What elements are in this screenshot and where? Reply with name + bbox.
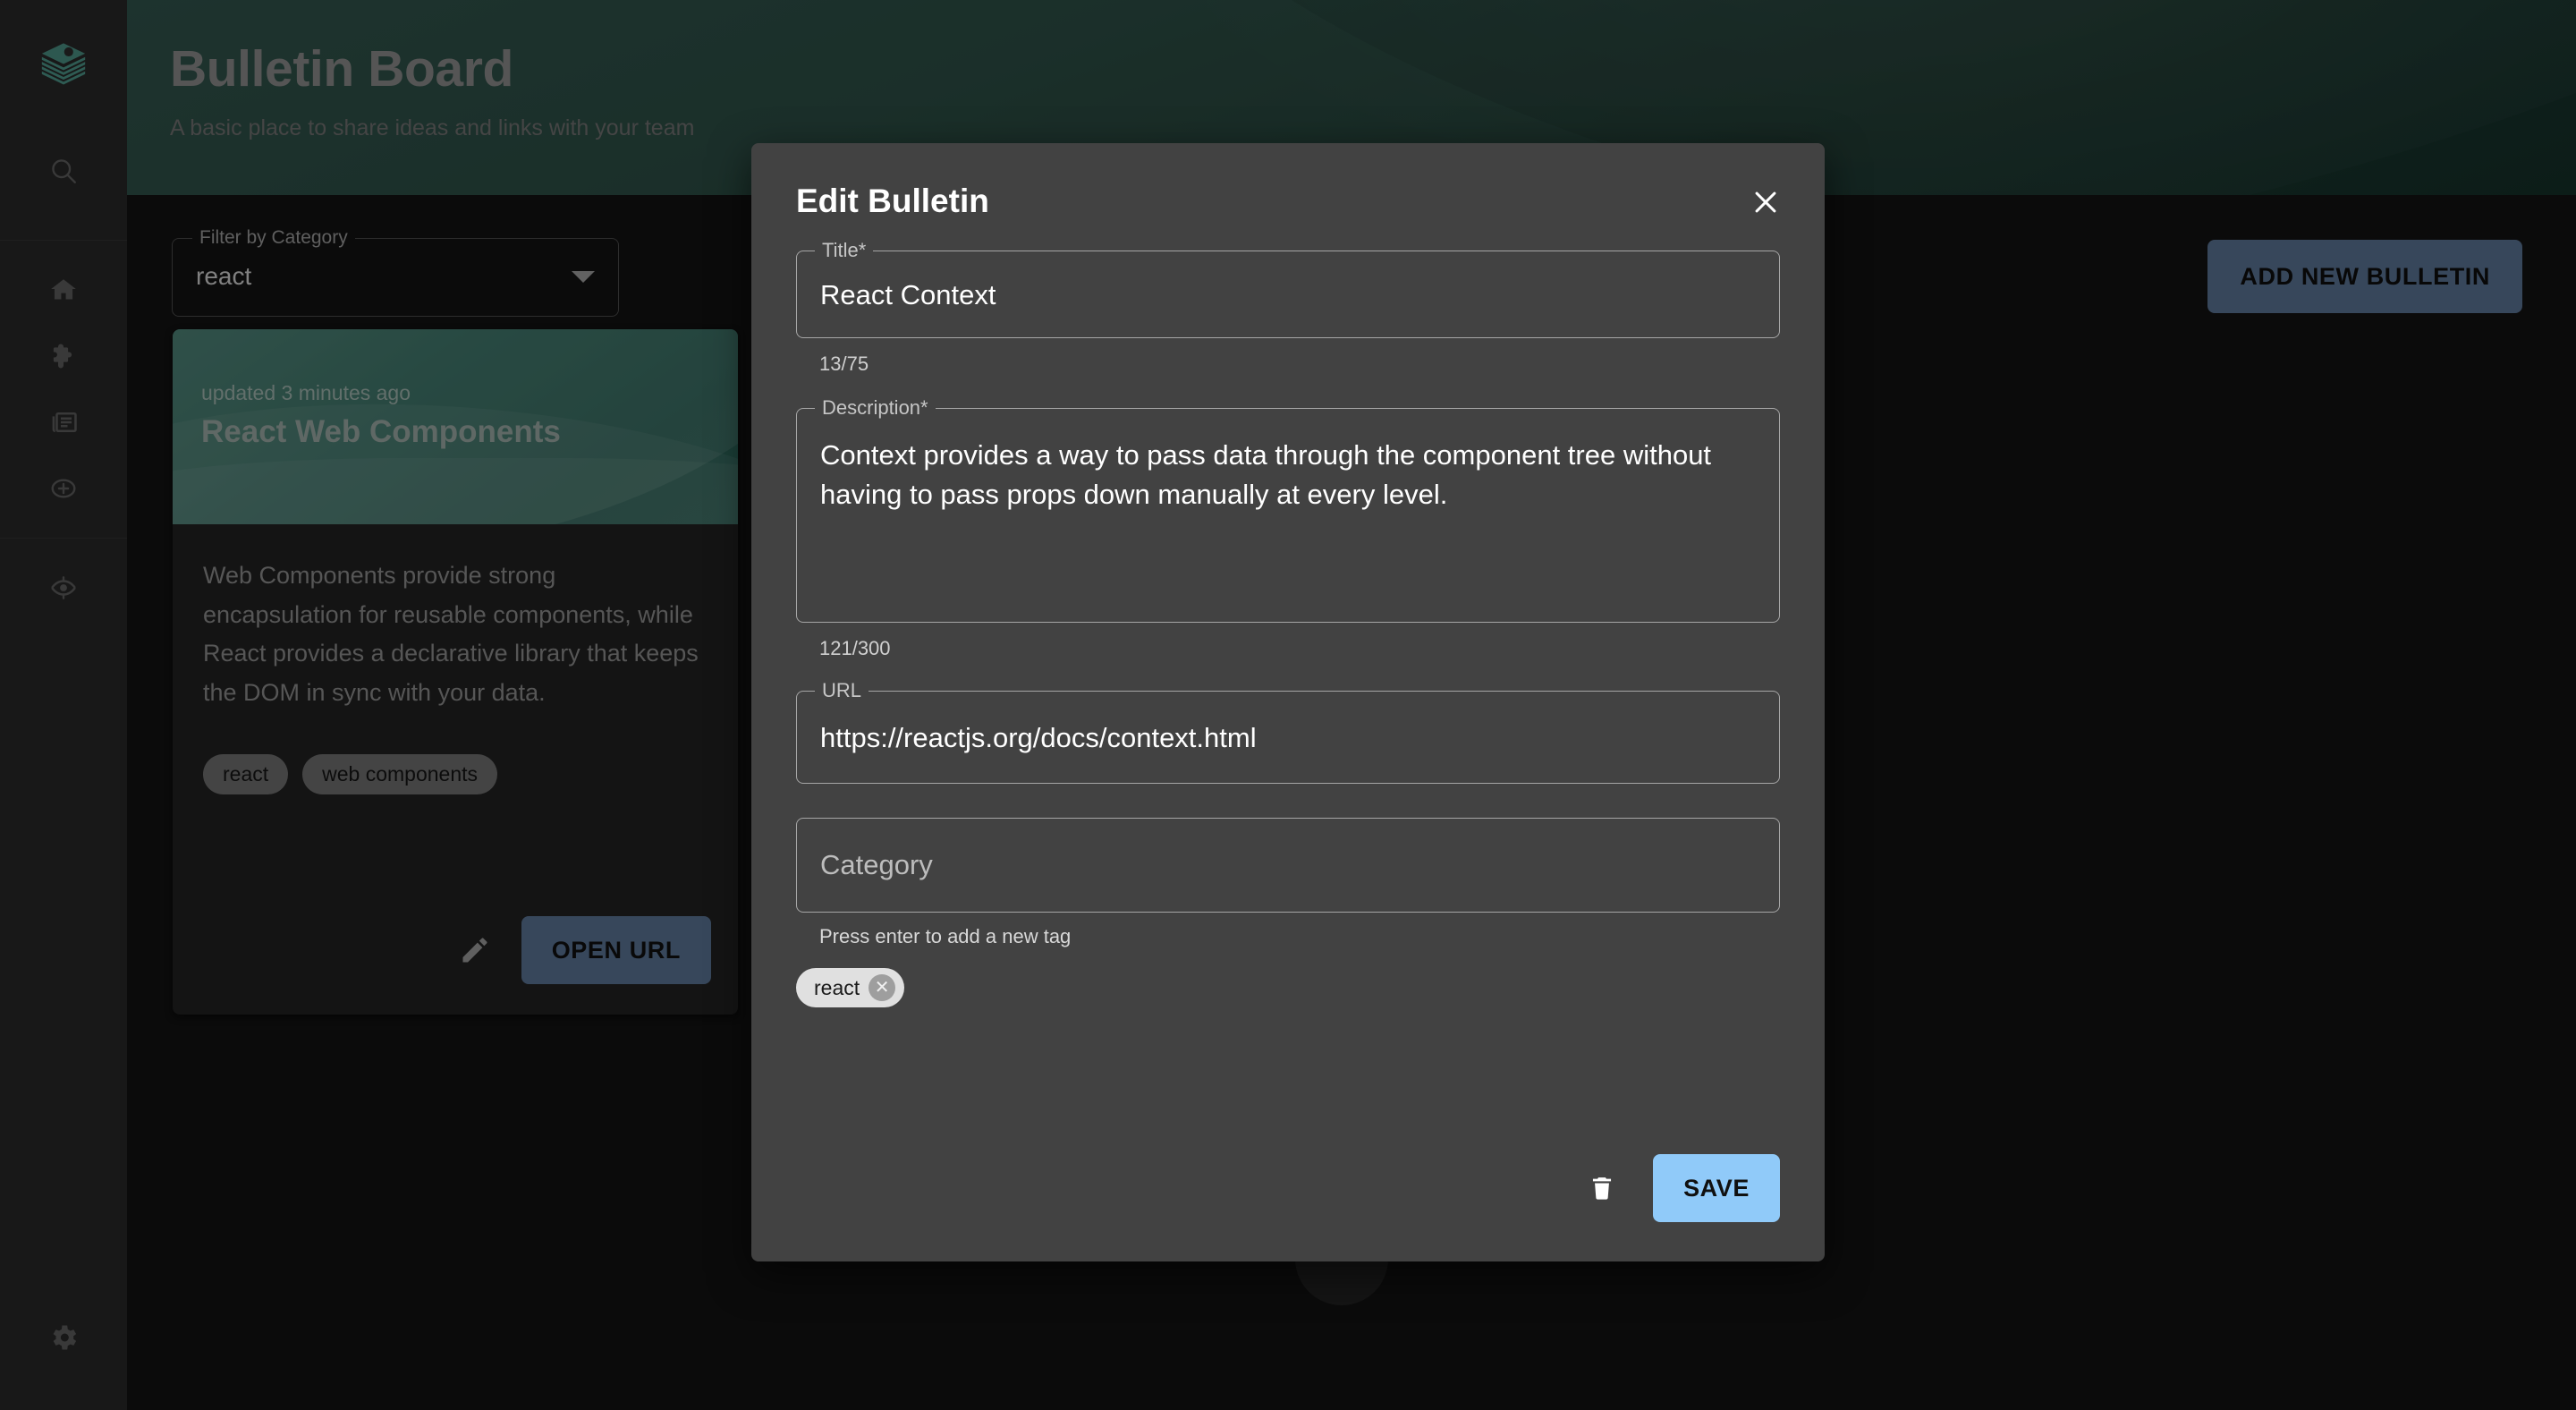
title-input[interactable]: React Context bbox=[797, 251, 1779, 342]
dialog-body: Title* React Context 13/75 Description* … bbox=[751, 220, 1825, 1007]
description-field[interactable]: Description* Context provides a way to p… bbox=[796, 408, 1780, 623]
title-field[interactable]: Title* React Context bbox=[796, 251, 1780, 338]
category-tag-list: react ✕ bbox=[796, 968, 1780, 1007]
save-button[interactable]: SAVE bbox=[1653, 1154, 1780, 1222]
trash-icon bbox=[1587, 1173, 1617, 1203]
title-field-label: Title* bbox=[815, 239, 873, 262]
category-input[interactable]: Category bbox=[797, 819, 1779, 912]
delete-bulletin-button[interactable] bbox=[1580, 1166, 1624, 1210]
url-input[interactable]: https://reactjs.org/docs/context.html bbox=[797, 692, 1779, 785]
close-dialog-button[interactable] bbox=[1741, 177, 1791, 227]
category-hint: Press enter to add a new tag bbox=[819, 925, 1780, 948]
dialog-footer: SAVE bbox=[1580, 1154, 1780, 1222]
spacer-2 bbox=[796, 660, 1780, 691]
category-tag-label: react bbox=[814, 976, 860, 1000]
category-field[interactable]: Category bbox=[796, 818, 1780, 913]
spacer-1 bbox=[796, 376, 1780, 408]
url-field-label: URL bbox=[815, 679, 869, 702]
title-counter: 13/75 bbox=[819, 352, 1780, 376]
category-tag[interactable]: react ✕ bbox=[796, 968, 904, 1007]
description-counter: 121/300 bbox=[819, 637, 1780, 660]
app-root: Bulletin Board A basic place to share id… bbox=[0, 0, 2576, 1410]
description-field-label: Description* bbox=[815, 396, 936, 420]
close-small-icon[interactable]: ✕ bbox=[869, 974, 895, 1001]
edit-bulletin-dialog: Edit Bulletin Title* React Context 13/75… bbox=[751, 143, 1825, 1261]
dialog-header: Edit Bulletin bbox=[751, 143, 1825, 220]
url-field[interactable]: URL https://reactjs.org/docs/context.htm… bbox=[796, 691, 1780, 784]
dialog-title: Edit Bulletin bbox=[796, 183, 1785, 220]
close-icon bbox=[1750, 187, 1781, 217]
description-input[interactable]: Context provides a way to pass data thro… bbox=[797, 409, 1779, 541]
